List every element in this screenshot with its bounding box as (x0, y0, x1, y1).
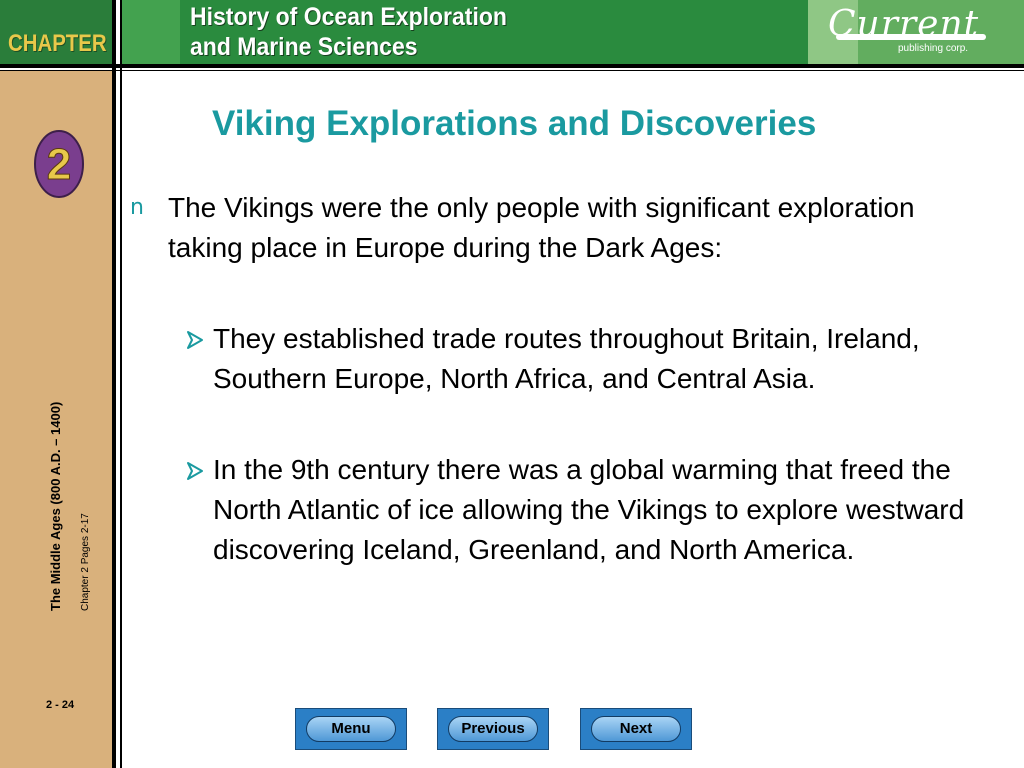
menu-button[interactable]: Menu (295, 708, 407, 750)
next-button-label: Next (591, 716, 681, 742)
slide-title: Viking Explorations and Discoveries (212, 104, 817, 143)
chapter-number: 2 (47, 140, 71, 189)
book-title-line2: and Marine Sciences (190, 33, 418, 61)
sub-bullet-text: In the 9th century there was a global wa… (213, 454, 965, 565)
header-divider (0, 64, 1024, 68)
sidebar-divider (112, 0, 116, 768)
page-number: 2 - 24 (46, 699, 75, 711)
book-title-line1: History of Ocean Exploration (190, 3, 507, 31)
arrow-bullet-icon (187, 462, 203, 480)
chapter-banner: CHAPTER (0, 0, 112, 64)
next-button[interactable]: Next (580, 708, 692, 750)
chapter-number-badge: 2 (34, 130, 84, 198)
sidebar-divider-thin (120, 0, 122, 768)
chapter-pages: Chapter 2 Pages 2-17 (80, 513, 91, 611)
bullet-marker-icon: n (130, 195, 144, 220)
header-divider-thin (0, 70, 1024, 71)
left-sidebar: 2 The Middle Ages (800 A.D. – 1400) Chap… (0, 71, 112, 768)
publisher-logo-subtitle: publishing corp. (898, 43, 969, 54)
previous-button[interactable]: Previous (437, 708, 549, 750)
header-band: CHAPTER History of Ocean Exploration and… (0, 0, 1024, 72)
title-banner-accent (122, 0, 180, 64)
book-title: History of Ocean Exploration and Marine … (190, 2, 507, 62)
unit-title: The Middle Ages (800 A.D. – 1400) (48, 401, 63, 611)
main-bullet-text: The Vikings were the only people with si… (168, 192, 915, 263)
sub-bullet-text: They established trade routes throughout… (213, 323, 920, 394)
arrow-bullet-icon (187, 331, 203, 349)
previous-button-label: Previous (448, 716, 538, 742)
menu-button-label: Menu (306, 716, 396, 742)
logo-swoosh-icon (836, 34, 986, 40)
chapter-label: CHAPTER (8, 30, 107, 57)
